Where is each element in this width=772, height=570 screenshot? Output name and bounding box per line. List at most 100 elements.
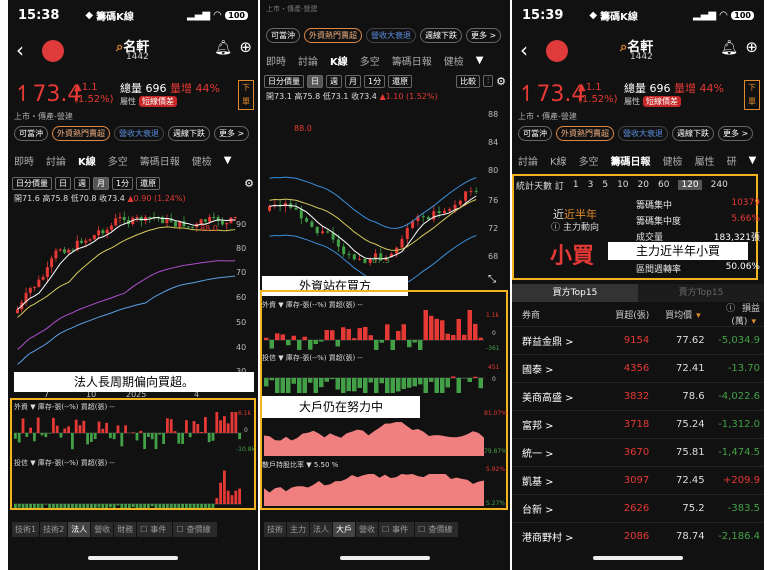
table-row[interactable]: 國泰 > 4356 72.41 -13.70 bbox=[512, 354, 764, 382]
tool-day[interactable]: 日 bbox=[55, 176, 71, 190]
tool-1min[interactable]: 1分 bbox=[112, 176, 134, 190]
order-button[interactable]: 下單 bbox=[744, 80, 760, 110]
tab-institutional[interactable]: 法人 bbox=[68, 521, 91, 537]
tool-month[interactable]: 月 bbox=[345, 74, 361, 88]
gear-icon[interactable]: ⚙ bbox=[244, 177, 254, 190]
back-icon[interactable]: ‹ bbox=[16, 38, 24, 62]
indicator-icon[interactable]: ⫶ bbox=[483, 75, 494, 87]
summary-subtitle[interactable]: ⓘ 主力動向 bbox=[530, 220, 620, 233]
tab-revenue[interactable]: 營收 bbox=[356, 521, 378, 537]
table-row[interactable]: 統一 > 3670 75.81 -1,474.5 bbox=[512, 438, 764, 466]
tab-longshort[interactable]: 多空 bbox=[102, 153, 134, 168]
tab-attribute[interactable]: 屬性 bbox=[689, 153, 721, 168]
col-pnl[interactable]: ⓘ 損益(萬) ▾ bbox=[709, 301, 764, 327]
tool-week[interactable]: 週 bbox=[74, 176, 90, 190]
tool-1min[interactable]: 1分 bbox=[364, 74, 386, 88]
tab-discuss[interactable]: 討論 bbox=[40, 153, 72, 168]
chip-weekly[interactable]: 週線下跌 bbox=[168, 126, 210, 141]
table-row[interactable]: 台新 > 2626 75.2 -383.5 bbox=[512, 494, 764, 522]
chip-revenue[interactable]: 營收大衰退 bbox=[114, 126, 164, 141]
tab-longshort[interactable]: 多空 bbox=[573, 153, 605, 168]
col-avg-price[interactable]: 買均價 ▾ bbox=[653, 308, 708, 321]
tab-main-force[interactable]: 主力 bbox=[287, 521, 309, 537]
table-row[interactable]: 富邦 > 3718 75.24 -1,312.0 bbox=[512, 410, 764, 438]
chip-more[interactable]: 更多 > bbox=[718, 126, 754, 141]
trust-subchart-header[interactable]: 投信 ▼ 庫存-張(--%) 買超(張) -- bbox=[262, 353, 363, 363]
bell-icon[interactable]: 🔔︎ bbox=[720, 40, 738, 56]
tab-health[interactable]: 健檢 bbox=[438, 53, 470, 68]
tab-health[interactable]: 健檢 bbox=[186, 153, 218, 168]
attribute-tag[interactable]: 短線價差 bbox=[139, 96, 177, 107]
tool-week[interactable]: 週 bbox=[326, 74, 342, 88]
tab-finance[interactable]: 財務 bbox=[114, 521, 137, 537]
tab-realtime[interactable]: 即時 bbox=[8, 153, 40, 168]
tab-big-holder[interactable]: 大戶 bbox=[333, 521, 355, 537]
tabs-more-icon[interactable]: ▼ bbox=[743, 155, 763, 166]
attribute-tag[interactable]: 短線價差 bbox=[643, 96, 681, 107]
chip-weekly[interactable]: 週線下跌 bbox=[672, 126, 714, 141]
chip-foreign-sell[interactable]: 外資熱門賣超 bbox=[304, 28, 362, 43]
tool-daily-volume[interactable]: 日分價量 bbox=[264, 74, 304, 88]
tabs-more-icon[interactable]: ▼ bbox=[218, 155, 238, 166]
foreign-subchart-header[interactable]: 外資 ▼ 庫存-張(--%) 買超(張) -- bbox=[262, 300, 363, 310]
flow-bar bbox=[17, 433, 21, 443]
tab-health[interactable]: 健檢 bbox=[657, 153, 689, 168]
chip-more[interactable]: 更多 > bbox=[466, 28, 502, 43]
tab-tech1[interactable]: 技術1 bbox=[12, 521, 40, 537]
expand-icon[interactable]: ⤡ bbox=[488, 274, 496, 285]
tool-daily-volume[interactable]: 日分價量 bbox=[12, 176, 52, 190]
tabs-more-icon[interactable]: ▼ bbox=[470, 55, 490, 66]
chip-revenue[interactable]: 營收大衰退 bbox=[618, 126, 668, 141]
trust-subchart-header[interactable]: 投信 ▼ 庫存-張(--%) 買超(張) -- bbox=[14, 458, 115, 468]
order-button[interactable]: 下單 bbox=[238, 80, 254, 110]
tab-tech2[interactable]: 技術2 bbox=[40, 521, 68, 537]
tab-discuss[interactable]: 討論 bbox=[292, 53, 324, 68]
tab-kline[interactable]: K線 bbox=[544, 153, 573, 168]
tab-tech[interactable]: 技術 bbox=[264, 521, 286, 537]
tab-events[interactable]: ☐ 事件 bbox=[379, 521, 415, 537]
chip-daytrade[interactable]: 可當沖 bbox=[266, 28, 300, 43]
tab-chip-daily[interactable]: 籌碼日報 bbox=[134, 153, 186, 168]
chip-more[interactable]: 更多 > bbox=[214, 126, 250, 141]
tab-chip-daily[interactable]: 籌碼日報 bbox=[386, 53, 438, 68]
toggle-buy-top15[interactable]: 買方Top15 bbox=[512, 284, 638, 302]
chip-foreign-sell[interactable]: 外資熱門賣超 bbox=[52, 126, 110, 141]
tool-restore[interactable]: 還原 bbox=[136, 176, 161, 190]
table-row[interactable]: 凱基 > 3097 72.45 +209.9 bbox=[512, 466, 764, 494]
bell-icon[interactable]: 🔔︎ bbox=[214, 40, 232, 56]
tab-kline[interactable]: K線 bbox=[324, 53, 354, 68]
tab-realtime[interactable]: 即時 bbox=[260, 53, 292, 68]
toggle-sell-top15[interactable]: 賣方Top15 bbox=[638, 284, 764, 302]
tab-discuss[interactable]: 討論 bbox=[512, 153, 544, 168]
flow-bar bbox=[86, 433, 89, 445]
chip-revenue[interactable]: 營收大衰退 bbox=[366, 28, 416, 43]
tab-longshort[interactable]: 多空 bbox=[354, 53, 386, 68]
tool-compare[interactable]: 比較 bbox=[456, 74, 481, 88]
tool-day[interactable]: 日 bbox=[307, 74, 323, 88]
tab-chip-daily[interactable]: 籌碼日報 bbox=[605, 153, 657, 168]
tab-institutional[interactable]: 法人 bbox=[310, 521, 332, 537]
retail-subchart-header[interactable]: 散戶持股比率 ▼ 5.50 % bbox=[262, 460, 338, 470]
tab-research[interactable]: 研 bbox=[721, 153, 743, 168]
chip-daytrade[interactable]: 可當沖 bbox=[518, 126, 552, 141]
tab-price-line[interactable]: ☐ 查價線 bbox=[415, 521, 459, 537]
chip-weekly[interactable]: 週線下跌 bbox=[420, 28, 462, 43]
chip-daytrade[interactable]: 可當沖 bbox=[14, 126, 48, 141]
candle bbox=[448, 208, 452, 211]
tool-restore[interactable]: 還原 bbox=[388, 74, 413, 88]
tool-month[interactable]: 月 bbox=[93, 176, 109, 190]
foreign-subchart-header[interactable]: 外資 ▼ 庫存-張(--%) 買超(張) -- bbox=[14, 402, 115, 412]
tab-kline[interactable]: K線 bbox=[72, 153, 102, 168]
tab-events[interactable]: ☐ 事件 bbox=[137, 521, 173, 537]
add-icon[interactable]: ⊕ bbox=[745, 38, 758, 56]
tab-price-line[interactable]: ☐ 查價線 bbox=[173, 521, 217, 537]
gear-icon[interactable]: ⚙ bbox=[496, 75, 506, 88]
table-row[interactable]: 港商野村 > 2086 78.74 -2,186.4 bbox=[512, 522, 764, 550]
table-row[interactable]: 群益金鼎 > 9154 77.62 -5,034.9 bbox=[512, 326, 764, 354]
col-net-buy[interactable]: 買超(張) bbox=[598, 308, 653, 321]
chip-foreign-sell[interactable]: 外資熱門賣超 bbox=[556, 126, 614, 141]
add-icon[interactable]: ⊕ bbox=[239, 38, 252, 56]
back-icon[interactable]: ‹ bbox=[520, 38, 528, 62]
tab-revenue[interactable]: 營收 bbox=[91, 521, 114, 537]
table-row[interactable]: 美商高盛 > 3832 78.6 -4,022.6 bbox=[512, 382, 764, 410]
